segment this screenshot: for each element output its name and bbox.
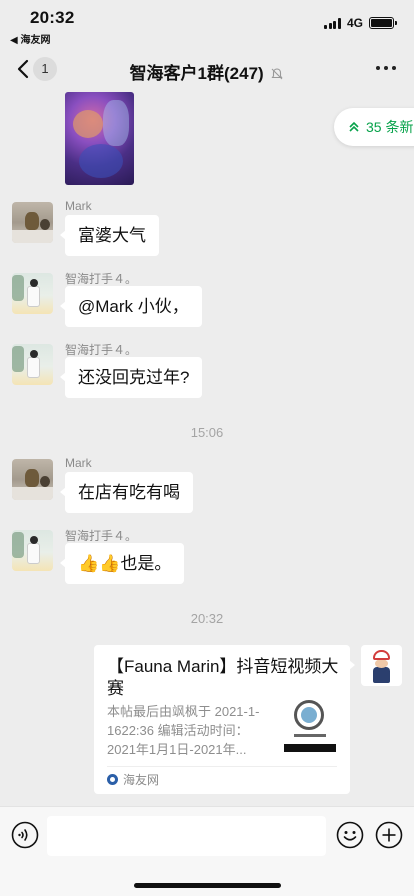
double-chevron-up-icon: [349, 121, 359, 132]
status-time: 20:32: [30, 8, 75, 27]
message-bubble[interactable]: 富婆大气: [60, 215, 159, 256]
sender-name: Mark: [65, 199, 92, 213]
message-bubble[interactable]: 👍👍也是。: [59, 543, 185, 584]
divider: [107, 766, 337, 767]
avatar-mark[interactable]: [12, 459, 53, 500]
image-message[interactable]: [65, 92, 134, 185]
sender-name: 智海打手４。: [65, 529, 138, 543]
sender-name: Mark: [65, 456, 92, 470]
message-bubble[interactable]: 还没回克过年?: [59, 357, 203, 398]
time-separator: 20:32: [190, 611, 224, 626]
link-card-thumbnail: [284, 700, 336, 752]
network-type: 4G: [346, 16, 363, 30]
message-bubble[interactable]: @Mark 小伙，: [60, 286, 202, 327]
source-app-icon: [107, 774, 118, 785]
link-card-message[interactable]: 【Fauna Marin】抖音短视频大赛 本帖最后由飒枫于 2021-1-162…: [94, 645, 355, 794]
chat-header: 1 智海客户1群(247): [0, 48, 414, 92]
new-messages-label: 35 条新: [366, 119, 414, 135]
signal-icon: [324, 17, 341, 29]
sender-name: 智海打手４。: [65, 343, 138, 357]
avatar-self[interactable]: [361, 645, 402, 686]
chat-title-text: 智海客户1群(247): [129, 64, 264, 83]
battery-icon: [369, 17, 397, 29]
message-bubble[interactable]: 在店有吃有喝: [60, 472, 193, 513]
sender-name: 智海打手４。: [65, 272, 138, 286]
avatar-zhihai[interactable]: [12, 273, 53, 314]
status-bar: 20:32 ◀ 海友网 4G: [0, 0, 414, 46]
back-to-app-link[interactable]: ◀ 海友网: [10, 31, 50, 46]
message-input[interactable]: [47, 816, 326, 856]
status-indicators: 4G: [324, 16, 397, 30]
link-card-description: 本帖最后由飒枫于 2021-1-1622:36 编辑活动时间：2021年1月1日…: [107, 704, 260, 757]
chat-title: 智海客户1群(247): [0, 59, 414, 84]
avatar-mark[interactable]: [12, 202, 53, 243]
link-card-source: 海友网: [107, 771, 159, 788]
link-card-title: 【Fauna Marin】抖音短视频大赛: [107, 657, 339, 698]
link-card-source-name: 海友网: [123, 773, 160, 787]
avatar-zhihai[interactable]: [12, 344, 53, 385]
home-indicator[interactable]: [134, 883, 281, 888]
voice-input-icon[interactable]: [11, 821, 39, 849]
new-messages-pill[interactable]: 35 条新: [334, 108, 414, 146]
avatar-zhihai[interactable]: [12, 530, 53, 571]
emoji-icon[interactable]: [336, 821, 364, 849]
time-separator: 15:06: [190, 425, 224, 440]
plus-icon[interactable]: [375, 821, 403, 849]
mute-bell-icon: [271, 68, 283, 80]
more-options-icon[interactable]: [376, 66, 396, 70]
